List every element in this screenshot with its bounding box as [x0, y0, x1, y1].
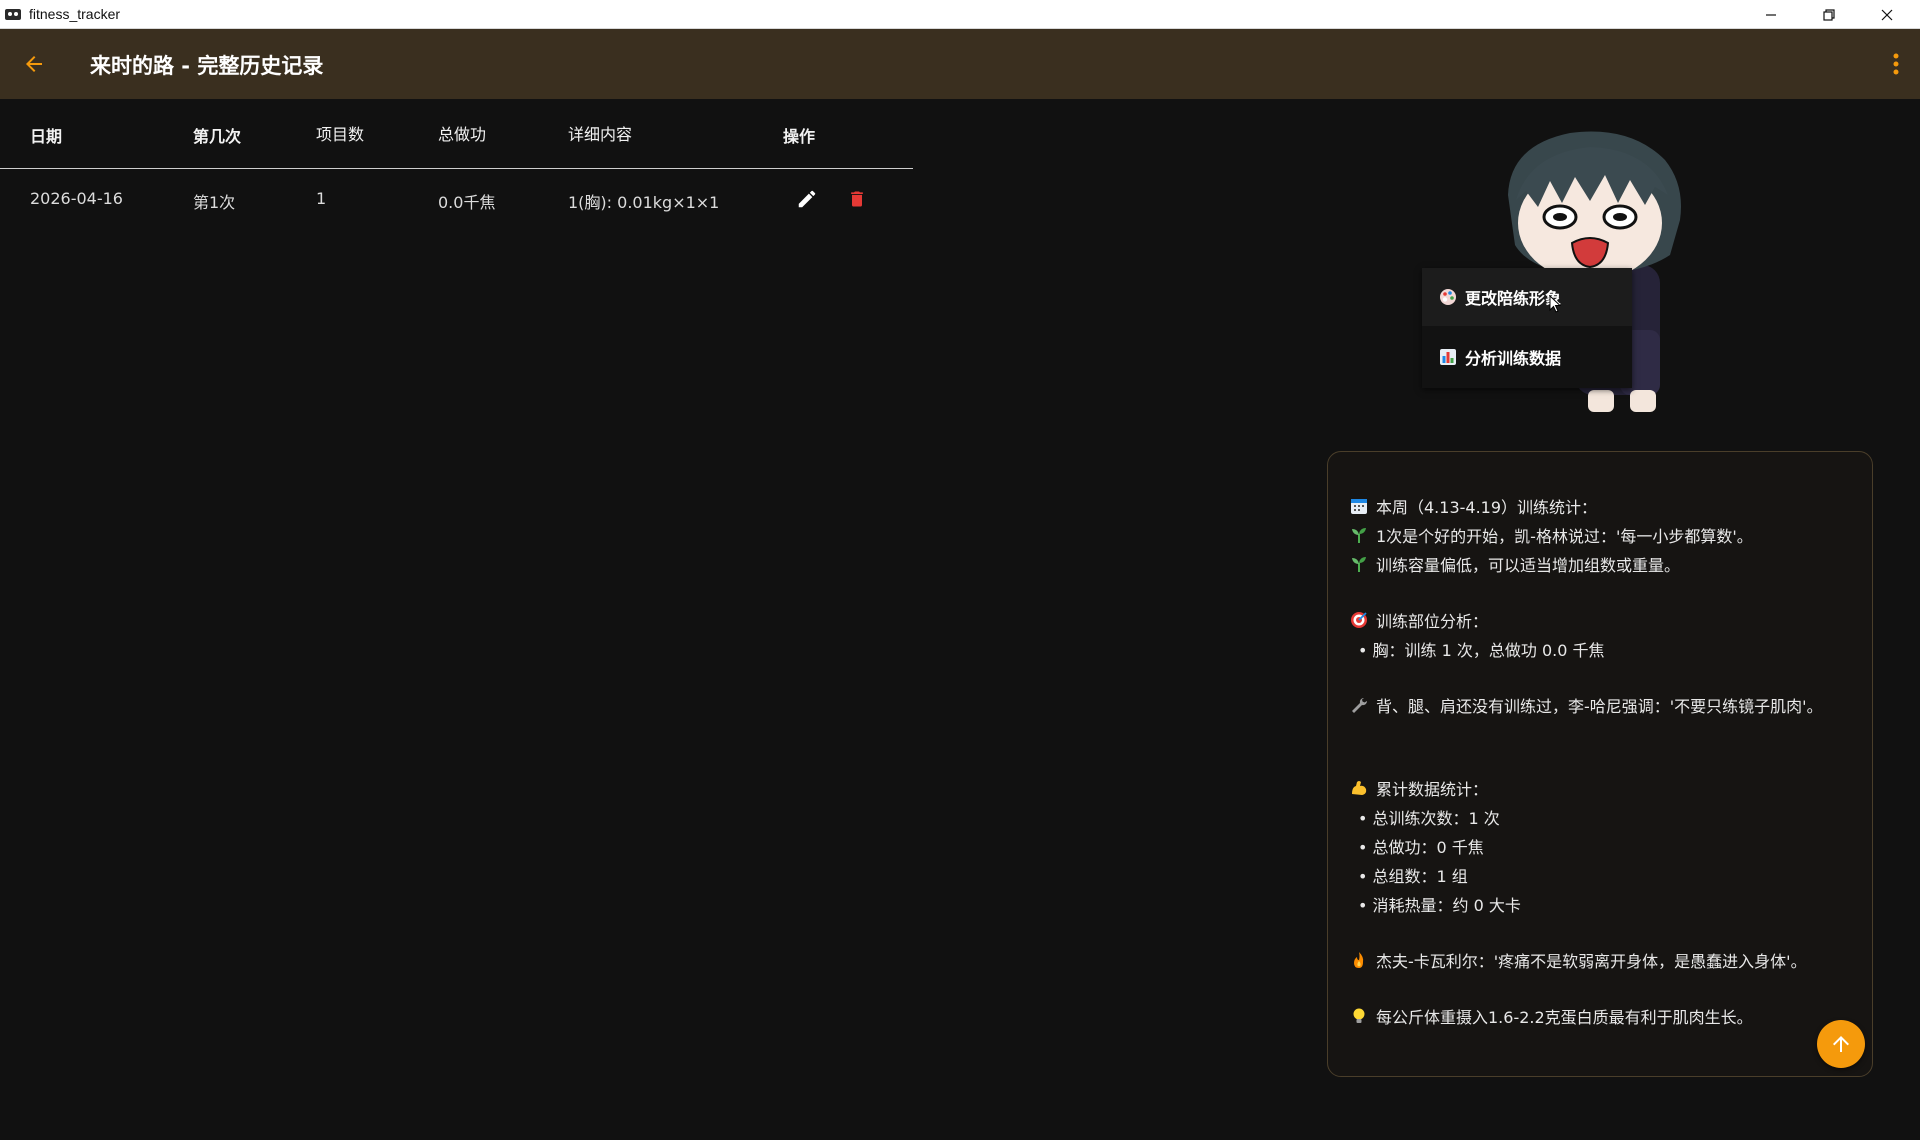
restore-button[interactable]	[1800, 0, 1858, 29]
header-detail: 详细内容	[568, 125, 633, 144]
quote-line: 杰夫-卡瓦利尔：'疼痛不是软弱离开身体，是愚蠢进入身体'。	[1350, 948, 1807, 972]
back-button[interactable]	[16, 48, 52, 80]
edit-button[interactable]	[793, 185, 821, 213]
parts-line-chest: • 胸：训练 1 次，总做功 0.0 千焦	[1358, 641, 1605, 660]
header-actions: 操作	[783, 127, 816, 146]
app-icon	[5, 9, 21, 20]
palette-icon	[1440, 289, 1456, 305]
cumulative-line: • 消耗热量：约 0 大卡	[1358, 896, 1521, 915]
menu-item-label: 更改陪练形象	[1465, 289, 1562, 308]
arrow-left-icon	[26, 56, 42, 72]
cumulative-line: • 总做功：0 千焦	[1358, 838, 1484, 857]
window-title: fitness_tracker	[29, 6, 121, 22]
mascot-context-menu: 更改陪练形象 分析训练数据	[1422, 268, 1632, 388]
light-bulb-icon	[1350, 1007, 1368, 1025]
parts-title: 训练部位分析：	[1350, 608, 1488, 632]
table-row: 2026-04-16 第1次 1 0.0千焦 1(胸): 0.01kg×1×1	[0, 169, 913, 231]
scroll-to-top-button[interactable]	[1817, 1020, 1865, 1068]
close-button[interactable]	[1858, 0, 1916, 29]
delete-button[interactable]	[843, 185, 871, 213]
week-line-text: 训练容量偏低，可以适当增加组数或重量。	[1376, 556, 1681, 575]
week-title: 本周（4.13-4.19）训练统计：	[1350, 494, 1597, 518]
week-line-1: 1次是个好的开始，凯-格林说过：'每一小步都算数'。	[1350, 523, 1753, 547]
menu-item-analyze-data[interactable]: 分析训练数据	[1422, 328, 1632, 386]
window-titlebar: fitness_tracker	[0, 0, 1920, 29]
cumulative-line: • 总训练次数：1 次	[1358, 809, 1500, 828]
menu-item-label: 分析训练数据	[1465, 349, 1562, 368]
restore-icon	[1823, 8, 1835, 21]
bar-chart-icon	[1440, 349, 1456, 365]
cumulative-line: • 总组数：1 组	[1358, 867, 1468, 886]
header-items: 项目数	[316, 125, 365, 144]
calendar-icon	[1350, 497, 1368, 515]
wrench-icon	[1350, 696, 1368, 714]
trash-icon	[851, 191, 863, 207]
cell-items: 1	[316, 189, 327, 208]
minimize-icon	[1766, 13, 1776, 16]
page-title: 来时的路 - 完整历史记录	[90, 54, 324, 78]
week-line-text: 1次是个好的开始，凯-格林说过：'每一小步都算数'。	[1376, 527, 1753, 546]
arrow-up-icon	[1833, 1036, 1849, 1052]
flexed-biceps-icon	[1350, 779, 1368, 797]
mouse-cursor-icon	[1549, 295, 1561, 313]
cell-detail: 1(胸): 0.01kg×1×1	[568, 193, 720, 212]
cell-date: 2026-04-16	[30, 189, 123, 208]
cell-work: 0.0千焦	[438, 193, 496, 212]
cumulative-title: 累计数据统计：	[1350, 776, 1488, 800]
week-title-text: 本周（4.13-4.19）训练统计：	[1376, 498, 1598, 517]
header-nth: 第几次	[193, 127, 242, 146]
header-date: 日期	[30, 127, 63, 146]
training-analysis-panel[interactable]: 本周（4.13-4.19）训练统计： 1次是个好的开始，凯-格林说过：'每一小步…	[1327, 451, 1873, 1077]
cell-nth: 第1次	[193, 193, 236, 212]
edit-icon	[798, 190, 816, 208]
app-bar: 来时的路 - 完整历史记录	[0, 29, 1920, 99]
menu-item-change-avatar[interactable]: 更改陪练形象	[1422, 268, 1632, 326]
fire-icon	[1350, 951, 1368, 969]
table-header: 日期 第几次 项目数 总做功 详细内容 操作	[0, 99, 913, 169]
close-icon	[1881, 9, 1893, 20]
untrained-note-text: 背、腿、肩还没有训练过，李-哈尼强调：'不要只练镜子肌肉'。	[1376, 697, 1823, 716]
header-work: 总做功	[438, 125, 487, 144]
cumulative-title-text: 累计数据统计：	[1376, 780, 1489, 799]
more-menu-button[interactable]	[1884, 48, 1908, 80]
seedling-icon	[1350, 526, 1368, 544]
quote-text: 杰夫-卡瓦利尔：'疼痛不是软弱离开身体，是愚蠢进入身体'。	[1376, 952, 1807, 971]
untrained-note: 背、腿、肩还没有训练过，李-哈尼强调：'不要只练镜子肌肉'。	[1350, 693, 1823, 717]
more-vert-icon	[1893, 53, 1899, 75]
history-table: 日期 第几次 项目数 总做功 详细内容 操作 2026-04-16 第1次 1 …	[0, 99, 913, 231]
tip-line: 每公斤体重摄入1.6-2.2克蛋白质最有利于肌肉生长。	[1350, 1004, 1753, 1028]
target-icon	[1350, 611, 1368, 629]
seedling-icon	[1350, 555, 1368, 573]
minimize-button[interactable]	[1742, 0, 1800, 29]
tip-text: 每公斤体重摄入1.6-2.2克蛋白质最有利于肌肉生长。	[1376, 1008, 1753, 1027]
parts-title-text: 训练部位分析：	[1376, 612, 1489, 631]
week-line-2: 训练容量偏低，可以适当增加组数或重量。	[1350, 552, 1680, 576]
